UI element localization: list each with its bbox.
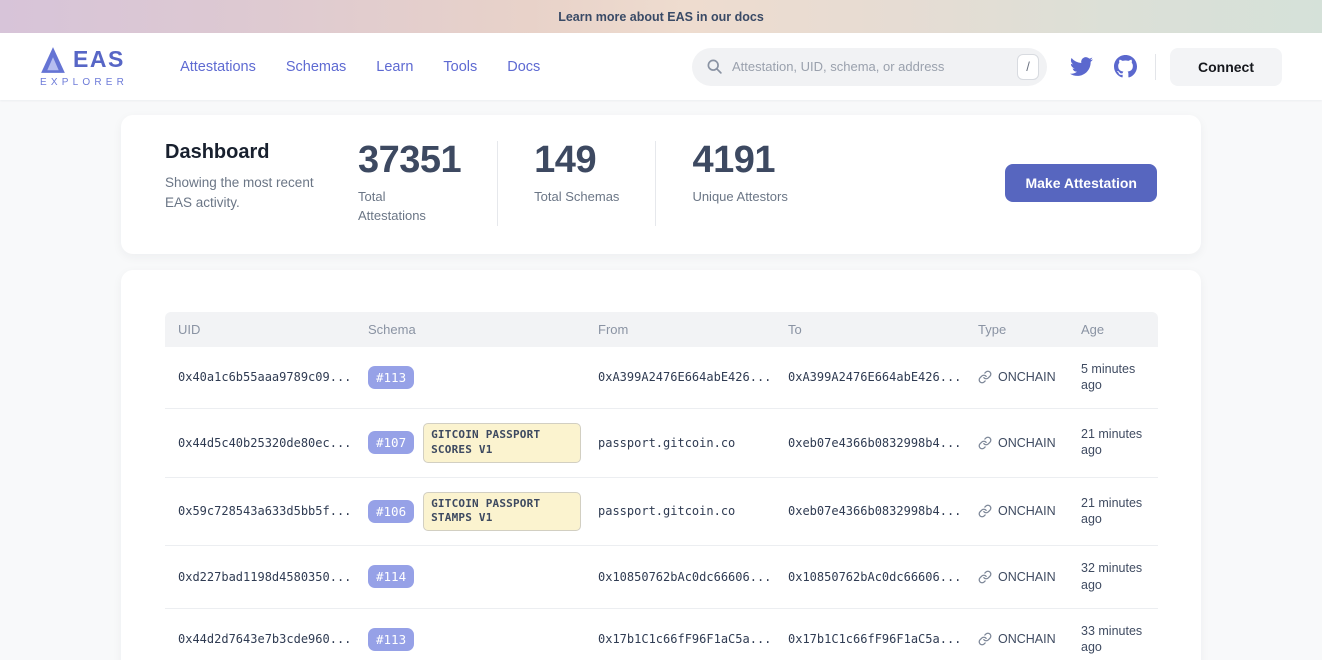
header: EAS EXPLORER Attestations Schemas Learn … — [0, 33, 1322, 100]
github-icon[interactable] — [1113, 55, 1137, 79]
schema-id-badge[interactable]: #113 — [368, 628, 414, 651]
to-link[interactable]: 0x10850762bAc0dc66606... — [788, 570, 961, 584]
table-row[interactable]: 0x40a1c6b55aaa9789c09... #113 0xA399A247… — [165, 347, 1158, 409]
column-header-to: To — [775, 312, 965, 347]
attestations-table-body: 0x40a1c6b55aaa9789c09... #113 0xA399A247… — [165, 347, 1158, 660]
schema-name-badge[interactable]: GITCOIN PASSPORT SCORES V1 — [423, 423, 581, 463]
table-row[interactable]: 0x44d5c40b25320de80ec... #107 GITCOIN PA… — [165, 408, 1158, 477]
to-link[interactable]: 0xeb07e4366b0832998b4... — [788, 504, 961, 518]
schema-name-badge[interactable]: GITCOIN PASSPORT STAMPS V1 — [423, 492, 581, 532]
stat-total-schemas: 149 Total Schemas — [497, 141, 655, 226]
stat-value: 149 — [534, 141, 619, 179]
eas-triangle-icon — [40, 46, 66, 74]
nav-attestations[interactable]: Attestations — [180, 59, 256, 75]
uid-link[interactable]: 0xd227bad1198d4580350... — [178, 570, 351, 584]
from-link[interactable]: passport.gitcoin.co — [598, 436, 735, 450]
page-subtitle: Showing the most recent EAS activity. — [165, 173, 341, 212]
type-label: ONCHAIN — [998, 570, 1056, 584]
main-nav: Attestations Schemas Learn Tools Docs — [180, 59, 540, 75]
schema-id-badge[interactable]: #107 — [368, 431, 414, 454]
docs-banner[interactable]: Learn more about EAS in our docs — [0, 0, 1322, 33]
nav-schemas[interactable]: Schemas — [286, 59, 346, 75]
search-bar[interactable]: / — [692, 48, 1047, 86]
stat-label: Total Schemas — [534, 188, 619, 207]
stat-value: 4191 — [692, 141, 787, 179]
search-shortcut-key: / — [1017, 54, 1039, 80]
link-icon — [978, 436, 992, 450]
logo-subtitle: EXPLORER — [40, 77, 128, 88]
age-label: 32 minutes ago — [1081, 560, 1154, 593]
stat-unique-attestors: 4191 Unique Attestors — [655, 141, 823, 226]
to-link[interactable]: 0x17b1C1c66fF96F1aC5a... — [788, 632, 961, 646]
docs-banner-text[interactable]: Learn more about EAS in our docs — [558, 10, 764, 24]
search-icon — [706, 58, 723, 75]
table-header: UID Schema From To Type Age — [165, 312, 1158, 347]
uid-link[interactable]: 0x44d2d7643e7b3cde960... — [178, 632, 351, 646]
eas-logo[interactable]: EAS EXPLORER — [40, 46, 128, 88]
stat-label: Unique Attestors — [692, 188, 787, 207]
age-label: 21 minutes ago — [1081, 495, 1154, 528]
link-icon — [978, 570, 992, 584]
age-label: 5 minutes ago — [1081, 361, 1154, 394]
column-header-uid: UID — [165, 312, 355, 347]
table-row[interactable]: 0x44d2d7643e7b3cde960... #113 0x17b1C1c6… — [165, 608, 1158, 660]
nav-learn[interactable]: Learn — [376, 59, 413, 75]
connect-wallet-button[interactable]: Connect — [1170, 48, 1282, 86]
to-link[interactable]: 0xeb07e4366b0832998b4... — [788, 436, 961, 450]
uid-link[interactable]: 0x59c728543a633d5bb5f... — [178, 504, 351, 518]
from-link[interactable]: 0x10850762bAc0dc66606... — [598, 570, 771, 584]
from-link[interactable]: passport.gitcoin.co — [598, 504, 735, 518]
column-header-age: Age — [1068, 312, 1158, 347]
link-icon — [978, 370, 992, 384]
schema-id-badge[interactable]: #106 — [368, 500, 414, 523]
schema-id-badge[interactable]: #113 — [368, 366, 414, 389]
type-label: ONCHAIN — [998, 370, 1056, 384]
type-label: ONCHAIN — [998, 632, 1056, 646]
column-header-from: From — [585, 312, 775, 347]
from-link[interactable]: 0xA399A2476E664abE426... — [598, 370, 771, 384]
age-label: 21 minutes ago — [1081, 426, 1154, 459]
stat-total-attestations: 37351 Total Attestations — [358, 141, 497, 226]
social-links — [1069, 55, 1137, 79]
twitter-icon[interactable] — [1069, 55, 1093, 79]
table-row[interactable]: 0xd227bad1198d4580350... #114 0x10850762… — [165, 546, 1158, 608]
type-label: ONCHAIN — [998, 436, 1056, 450]
table-row[interactable]: 0x59c728543a633d5bb5f... #106 GITCOIN PA… — [165, 477, 1158, 546]
uid-link[interactable]: 0x44d5c40b25320de80ec... — [178, 436, 351, 450]
column-header-type: Type — [965, 312, 1068, 347]
age-label: 33 minutes ago — [1081, 623, 1154, 656]
attestations-table: UID Schema From To Type Age 0x40a1c6b55a… — [165, 312, 1158, 660]
nav-docs[interactable]: Docs — [507, 59, 540, 75]
schema-id-badge[interactable]: #114 — [368, 565, 414, 588]
make-attestation-button[interactable]: Make Attestation — [1005, 164, 1157, 202]
uid-link[interactable]: 0x40a1c6b55aaa9789c09... — [178, 370, 351, 384]
logo-wordmark: EAS — [73, 48, 125, 71]
to-link[interactable]: 0xA399A2476E664abE426... — [788, 370, 961, 384]
dashboard-card: Dashboard Showing the most recent EAS ac… — [121, 115, 1201, 254]
header-divider — [1155, 54, 1156, 80]
stat-value: 37351 — [358, 141, 461, 179]
nav-tools[interactable]: Tools — [443, 59, 477, 75]
column-header-schema: Schema — [355, 312, 585, 347]
type-label: ONCHAIN — [998, 504, 1056, 518]
stat-label: Total Attestations — [358, 188, 453, 226]
link-icon — [978, 632, 992, 646]
from-link[interactable]: 0x17b1C1c66fF96F1aC5a... — [598, 632, 771, 646]
page-title: Dashboard — [165, 141, 358, 164]
attestations-card: UID Schema From To Type Age 0x40a1c6b55a… — [121, 270, 1201, 660]
stats-row: 37351 Total Attestations 149 Total Schem… — [358, 141, 824, 226]
link-icon — [978, 504, 992, 518]
search-input[interactable] — [732, 59, 1017, 74]
